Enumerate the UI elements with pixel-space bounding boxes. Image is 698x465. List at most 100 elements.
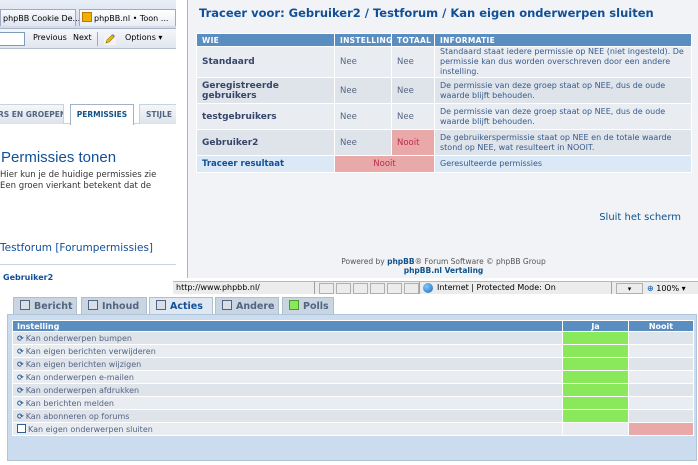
cell-ja <box>562 344 629 358</box>
cell-ja <box>562 370 629 384</box>
footer: Powered by phpBB® Forum Software © phpBB… <box>188 257 698 275</box>
tab-styles[interactable]: STIJLE <box>139 104 176 124</box>
trace-arrow-icon[interactable]: ⟳ <box>17 386 24 395</box>
trace-arrow-icon[interactable]: ⟳ <box>17 399 24 408</box>
security-zone-label: Internet | Protected Mode: On <box>437 283 556 292</box>
browser-tab-cookie[interactable]: phpBB Cookie De... <box>0 9 80 26</box>
tab-label: Polls <box>303 301 329 312</box>
permission-row: ⟳ Kan eigen berichten verwijderen <box>12 344 694 358</box>
tab-label: Acties <box>170 301 203 312</box>
trace-arrow-icon[interactable]: ⟳ <box>17 360 24 369</box>
trace-setting: Nee <box>334 129 392 156</box>
status-url: http://www.phpbb.nl/ <box>175 282 315 294</box>
pencil-icon[interactable] <box>104 33 116 45</box>
trace-arrow-icon[interactable]: ⟳ <box>17 347 24 356</box>
trace-row: testgebruikers Nee Nee De permissie van … <box>196 103 692 130</box>
trace-arrow-icon[interactable]: ⟳ <box>17 373 24 382</box>
permission-label[interactable]: ⟳ Kan onderwerpen afdrukken <box>12 383 563 397</box>
tab-label: Inhoud <box>102 301 140 312</box>
translation-link[interactable]: phpBB.nl Vertaling <box>404 266 484 275</box>
browser-tab-phpbb[interactable]: phpBB.nl • Toon ... <box>79 9 176 26</box>
status-slot <box>353 283 368 294</box>
trace-title: Traceer voor: Gebruiker2 / Testforum / K… <box>199 6 654 20</box>
checkbox-icon <box>20 300 30 310</box>
forum-heading: Testforum [Forumpermissies] <box>0 242 154 254</box>
permission-label[interactable]: ⟳ Kan eigen berichten verwijderen <box>12 344 563 358</box>
tab-users-groups[interactable]: RS EN GROEPEN <box>0 104 64 124</box>
tab-bericht[interactable]: Bericht <box>13 297 77 314</box>
trace-row: Standaard Nee Nee Standaard staat iedere… <box>196 46 692 78</box>
tab-label: Bericht <box>34 301 73 312</box>
trace-total: Nee <box>391 103 435 130</box>
protected-mode-dropdown[interactable]: ▾ <box>616 283 643 294</box>
header-ja: Ja <box>562 320 629 332</box>
tab-permissions[interactable]: PERMISSIES <box>70 104 134 125</box>
cell-nooit <box>628 422 694 436</box>
permission-label[interactable]: ⟳ Kan berichten melden <box>12 396 563 410</box>
phpbb-link[interactable]: phpBB <box>387 257 415 266</box>
security-zone[interactable]: Internet | Protected Mode: On <box>419 282 612 294</box>
permission-text: Kan eigen berichten verwijderen <box>25 346 156 356</box>
trace-info: De permissie van deze groep staat op NEE… <box>434 77 692 104</box>
previous-button[interactable]: Previous <box>33 33 67 42</box>
footer-text: ® Forum Software © phpBB Group <box>414 257 546 266</box>
description-line: Een groen vierkant betekent dat de <box>0 181 152 191</box>
tab-acties[interactable]: Acties <box>149 297 213 315</box>
tab-andere[interactable]: Andere <box>215 297 279 314</box>
status-slot <box>404 283 419 294</box>
permission-text: Kan eigen onderwerpen sluiten <box>28 425 153 434</box>
browser-status-bar: http://www.phpbb.nl/ Internet | Protecte… <box>173 281 698 294</box>
trace-arrow-icon[interactable]: ⟳ <box>17 334 24 343</box>
cell-nooit <box>628 370 694 384</box>
trace-arrow-icon[interactable]: ⟳ <box>17 412 24 421</box>
trace-info: De gebruikerspermissie staat op NEE en d… <box>434 129 692 156</box>
status-slot <box>336 283 351 294</box>
trace-result-value: Nooit <box>334 155 435 173</box>
toolbar-separator <box>97 32 98 46</box>
header-setting: INSTELLING <box>334 33 392 47</box>
globe-icon <box>423 283 433 293</box>
find-input[interactable] <box>0 32 25 46</box>
permission-label[interactable]: Kan eigen onderwerpen sluiten <box>12 422 563 436</box>
permission-row: ⟳ Kan onderwerpen afdrukken <box>12 383 694 397</box>
trace-result-row: Traceer resultaat Nooit Geresulteerde pe… <box>196 155 692 173</box>
trace-table: WIE INSTELLING TOTAAL INFORMATIE Standaa… <box>196 33 692 173</box>
cell-ja <box>562 357 629 371</box>
cell-nooit <box>628 409 694 423</box>
next-button[interactable]: Next <box>73 33 92 42</box>
cell-ja <box>562 422 629 436</box>
status-slot <box>387 283 402 294</box>
tab-inhoud[interactable]: Inhoud <box>81 297 147 314</box>
zoom-control[interactable]: ⊕ 100% ▾ <box>645 283 695 294</box>
permission-text: Kan eigen berichten wijzigen <box>25 359 142 369</box>
tab-polls[interactable]: Polls <box>282 297 334 314</box>
divider <box>0 264 176 265</box>
group-label: Gebruiker2 <box>3 273 54 282</box>
trace-window-icon[interactable] <box>17 424 26 433</box>
permission-row: Kan eigen onderwerpen sluiten <box>12 422 694 436</box>
magnifier-icon: ⊕ <box>647 284 654 293</box>
screen: phpBB Cookie De... phpBB.nl • Toon ... P… <box>0 0 698 465</box>
status-slot <box>370 283 385 294</box>
cell-nooit <box>628 357 694 371</box>
permission-text: Kan onderwerpen bumpen <box>25 333 132 343</box>
trace-total: Nee <box>391 77 435 104</box>
permission-text: Kan abonneren op forums <box>25 411 130 421</box>
permission-label[interactable]: ⟳ Kan eigen berichten wijzigen <box>12 357 563 371</box>
permission-label[interactable]: ⟳ Kan onderwerpen e-mailen <box>12 370 563 384</box>
trace-info: De permissie van deze groep staat op NEE… <box>434 103 692 130</box>
footer-line-2: phpBB.nl Vertaling <box>188 266 698 275</box>
cell-ja <box>562 396 629 410</box>
options-button[interactable]: Options ▾ <box>125 33 162 42</box>
close-window-link[interactable]: Sluit het scherm <box>599 212 681 223</box>
description-line: Hier kun je de huidige permissies zie <box>0 170 157 180</box>
trace-header-row: WIE INSTELLING TOTAAL INFORMATIE <box>196 33 692 47</box>
page-blank-area <box>0 50 176 100</box>
permission-label[interactable]: ⟳ Kan onderwerpen bumpen <box>12 331 563 345</box>
browser-tab-label: phpBB Cookie De... <box>3 14 81 23</box>
trace-who: Geregistreerde gebruikers <box>196 77 335 104</box>
permission-label[interactable]: ⟳ Kan abonneren op forums <box>12 409 563 423</box>
permission-header-row: Instelling Ja Nooit <box>12 320 694 332</box>
cell-ja <box>562 331 629 345</box>
status-slot <box>319 283 334 294</box>
